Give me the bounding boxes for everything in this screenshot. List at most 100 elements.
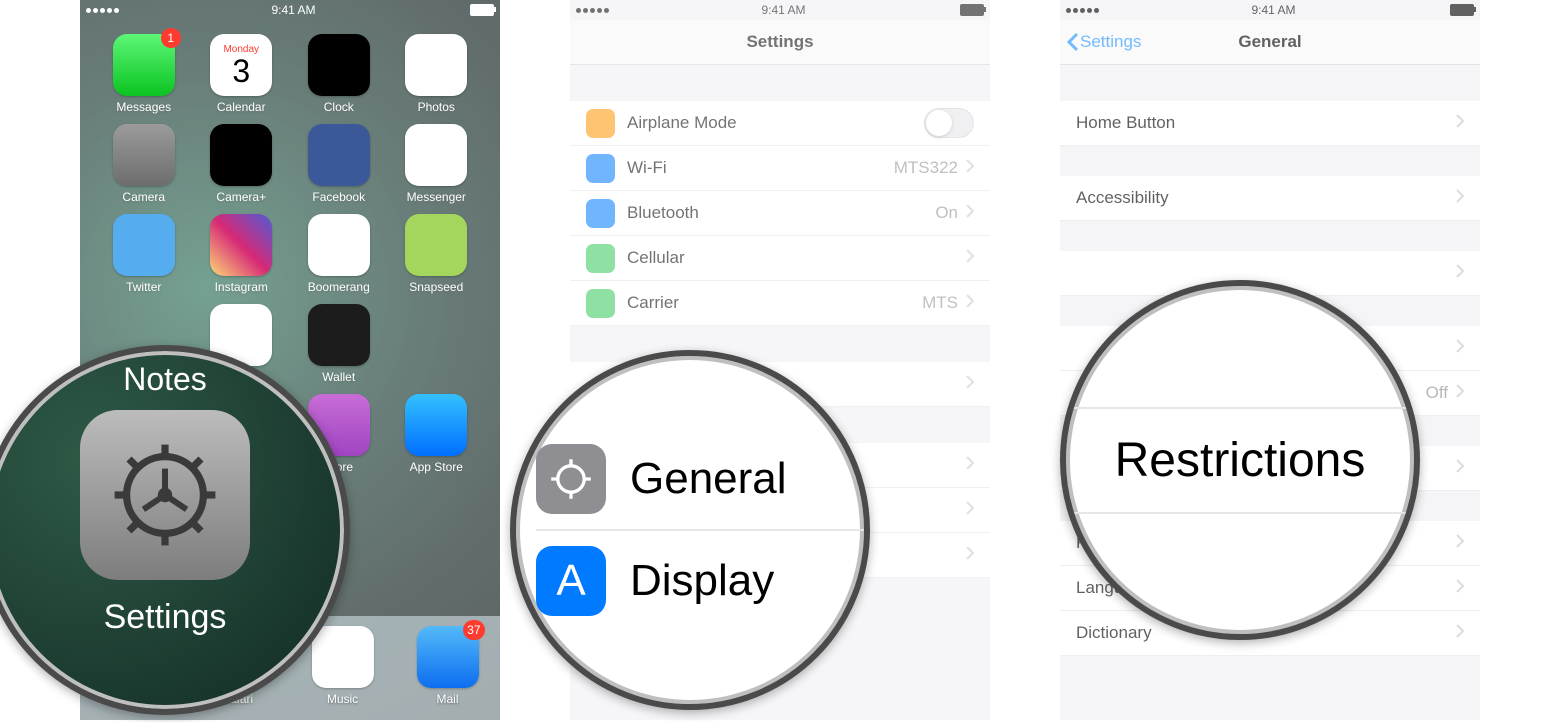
- app-music[interactable]: Music: [312, 626, 374, 706]
- instagram-icon: [210, 214, 272, 276]
- app-twitter[interactable]: Twitter: [98, 214, 190, 294]
- app-instagram[interactable]: Instagram: [196, 214, 288, 294]
- gear-icon: [536, 444, 606, 514]
- section-gap: [1060, 146, 1480, 176]
- section-gap: [570, 65, 990, 101]
- cell-bluetooth[interactable]: BluetoothOn: [570, 191, 990, 236]
- page-title: General: [1238, 32, 1301, 52]
- magnifier-restrictions-row: Restrictions: [1060, 280, 1420, 640]
- chevron-right-icon: [1456, 384, 1464, 403]
- section-gap: [1060, 221, 1480, 251]
- row-display[interactable]: A Display: [536, 531, 864, 631]
- navbar: Settings: [570, 20, 990, 65]
- bluetooth-icon: [586, 199, 615, 228]
- navbar: Settings General: [1060, 20, 1480, 65]
- signal-icon: [576, 3, 611, 17]
- messages-icon: 1: [113, 34, 175, 96]
- badge: 1: [161, 28, 181, 48]
- app-clock[interactable]: Clock: [293, 34, 385, 114]
- wifi-icon: [586, 154, 615, 183]
- camera-icon: [113, 124, 175, 186]
- settings-label: Settings: [104, 598, 227, 637]
- clock-icon: [308, 34, 370, 96]
- app-snapseed[interactable]: Snapseed: [391, 214, 483, 294]
- app-mail[interactable]: 37Mail: [417, 626, 479, 706]
- cell-wifi[interactable]: Wi-FiMTS322: [570, 146, 990, 191]
- status-bar: 9:41 AM: [80, 0, 500, 20]
- chevron-right-icon: [966, 456, 974, 475]
- status-bar: 9:41 AM: [1060, 0, 1480, 20]
- chevron-right-icon: [966, 159, 974, 178]
- divider: [1066, 407, 1414, 409]
- app-camera-plus[interactable]: Camera+: [196, 124, 288, 204]
- settings-app-icon[interactable]: [80, 410, 250, 580]
- display-label: Display: [630, 556, 774, 606]
- app-messenger[interactable]: Messenger: [391, 124, 483, 204]
- chevron-right-icon: [1456, 339, 1464, 358]
- app-facebook[interactable]: Facebook: [293, 124, 385, 204]
- status-time: 9:41 AM: [271, 3, 315, 17]
- app-wallet[interactable]: Wallet: [293, 304, 385, 384]
- status-bar: 9:41 AM: [570, 0, 990, 20]
- back-button[interactable]: Settings: [1066, 32, 1141, 52]
- camera-plus-icon: [210, 124, 272, 186]
- cell-airplane-mode[interactable]: Airplane Mode: [570, 101, 990, 146]
- snapseed-icon: [405, 214, 467, 276]
- app-app-store[interactable]: App Store: [391, 394, 483, 474]
- chevron-right-icon: [966, 249, 974, 268]
- status-time: 9:41 AM: [761, 3, 805, 17]
- divider: [1066, 512, 1414, 514]
- chevron-right-icon: [1456, 459, 1464, 478]
- photos-icon: [405, 34, 467, 96]
- battery-icon: [960, 4, 984, 16]
- section-gap: [570, 326, 990, 362]
- status-time: 9:41 AM: [1251, 3, 1295, 17]
- boomerang-icon: [308, 214, 370, 276]
- cell-cellular[interactable]: Cellular: [570, 236, 990, 281]
- carrier-icon: [586, 289, 615, 318]
- badge: 37: [463, 620, 484, 640]
- cell-carrier[interactable]: CarrierMTS: [570, 281, 990, 326]
- chevron-right-icon: [1456, 624, 1464, 643]
- app-messages[interactable]: 1Messages: [98, 34, 190, 114]
- battery-icon: [470, 4, 494, 16]
- app-store-icon: [405, 394, 467, 456]
- section-gap: [1060, 65, 1480, 101]
- gear-icon: [105, 435, 225, 555]
- wallet-icon: [308, 304, 370, 366]
- chevron-right-icon: [966, 546, 974, 565]
- airplane-icon: [586, 109, 615, 138]
- airplane-toggle[interactable]: [924, 108, 974, 138]
- app-camera[interactable]: Camera: [98, 124, 190, 204]
- cell-accessibility[interactable]: Accessibility: [1060, 176, 1480, 221]
- display-icon: A: [536, 546, 606, 616]
- app-hidden2: [391, 304, 483, 384]
- app-photos[interactable]: Photos: [391, 34, 483, 114]
- chevron-right-icon: [966, 294, 974, 313]
- messenger-icon: [405, 124, 467, 186]
- chevron-right-icon: [966, 375, 974, 394]
- chevron-right-icon: [1456, 114, 1464, 133]
- signal-icon: [86, 3, 121, 17]
- music-icon: [312, 626, 374, 688]
- notes-label: Notes: [123, 361, 207, 398]
- app-boomerang[interactable]: Boomerang: [293, 214, 385, 294]
- app-calendar[interactable]: Monday3Calendar: [196, 34, 288, 114]
- chevron-right-icon: [1456, 534, 1464, 553]
- chevron-right-icon: [966, 501, 974, 520]
- signal-icon: [1066, 3, 1101, 17]
- twitter-icon: [113, 214, 175, 276]
- chevron-right-icon: [1456, 264, 1464, 283]
- facebook-icon: [308, 124, 370, 186]
- page-title: Settings: [746, 32, 813, 52]
- calendar-icon: Monday3: [210, 34, 272, 96]
- cell-home-button[interactable]: Home Button: [1060, 101, 1480, 146]
- chevron-right-icon: [1456, 189, 1464, 208]
- general-label: General: [630, 454, 787, 504]
- chevron-right-icon: [1456, 579, 1464, 598]
- chevron-right-icon: [966, 204, 974, 223]
- battery-icon: [1450, 4, 1474, 16]
- magnifier-general-row: General A Display: [510, 350, 870, 710]
- cellular-icon: [586, 244, 615, 273]
- row-general[interactable]: General: [536, 429, 864, 531]
